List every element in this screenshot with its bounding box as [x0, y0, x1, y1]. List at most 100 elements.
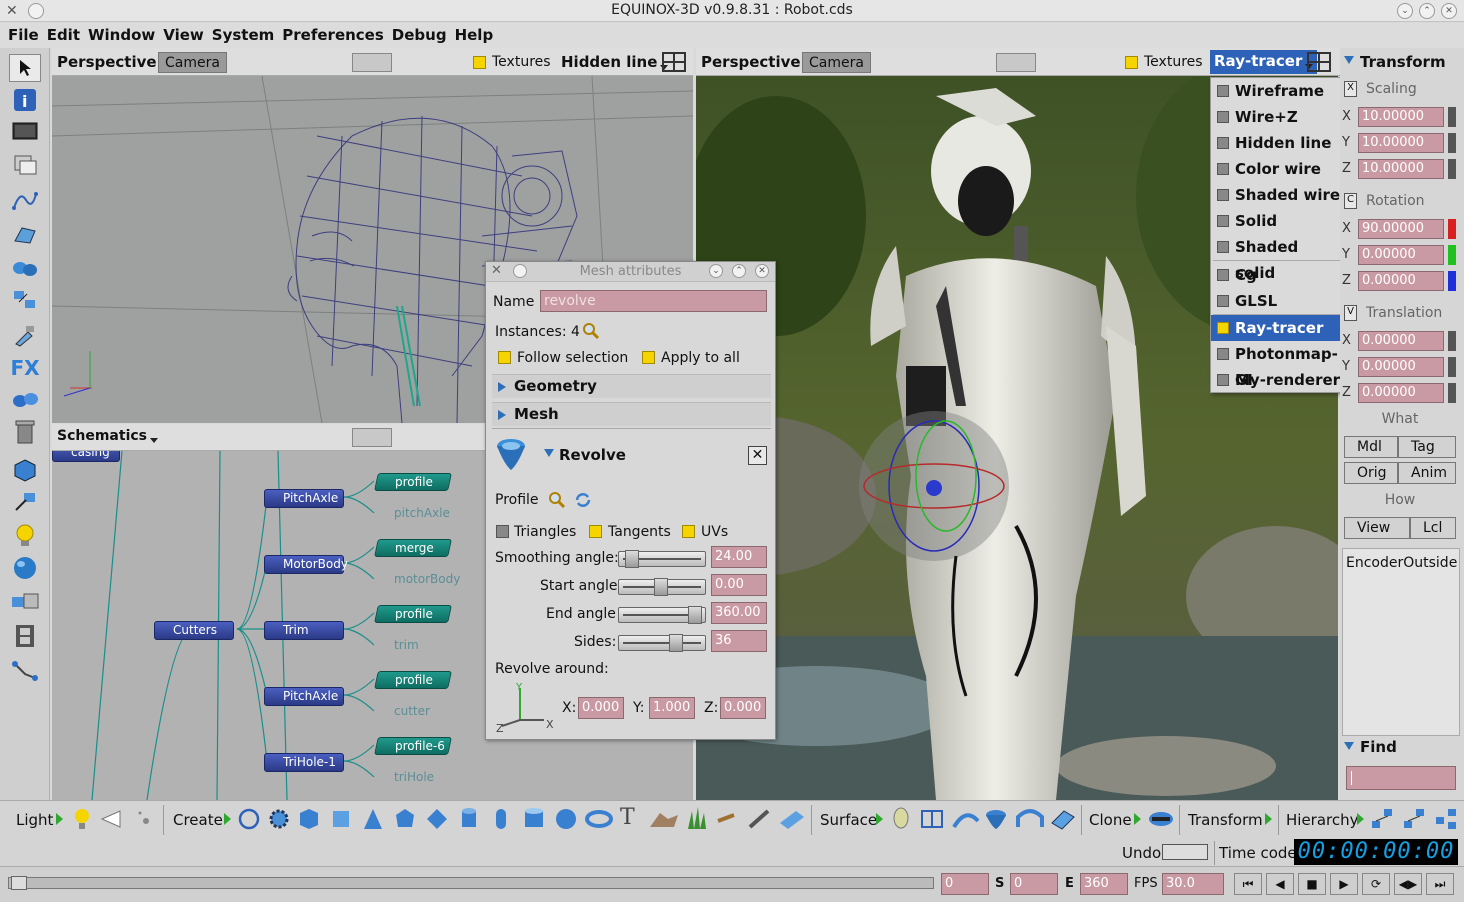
viewport1-mode[interactable]: Perspective [57, 53, 168, 71]
terrain-icon[interactable] [648, 807, 680, 835]
remove-modifier-button[interactable]: ✕ [748, 446, 767, 465]
slider-knob[interactable] [669, 634, 683, 652]
translate-x-field[interactable]: 0.00000 [1358, 331, 1444, 351]
scaling-key-button[interactable]: X [1344, 81, 1357, 97]
timeline-handle[interactable] [11, 876, 27, 890]
viewport2-display-mode[interactable]: Ray-tracer [1210, 50, 1318, 74]
sides-field[interactable]: 36 [711, 630, 767, 652]
end-angle-slider[interactable] [618, 606, 706, 624]
scale-y-field[interactable]: 10.00000 [1358, 133, 1444, 153]
group-icon[interactable] [1434, 807, 1460, 835]
translate-y-field[interactable]: 0.00000 [1358, 357, 1444, 377]
snap-icon[interactable] [9, 488, 41, 516]
schematic-node-pitchaxle[interactable]: PitchAxle [264, 687, 344, 706]
rotate-z-key[interactable] [1448, 271, 1456, 291]
schematic-node-trihole[interactable]: TriHole-1 [264, 753, 344, 772]
pointer-icon[interactable] [9, 54, 41, 82]
expand-arrow-icon[interactable] [1357, 813, 1364, 825]
create-label[interactable]: Create [173, 811, 223, 829]
go-to-start-button[interactable]: ⏮ [1234, 873, 1262, 895]
lcl-button[interactable]: Lcl [1410, 517, 1456, 539]
find-input[interactable] [1346, 766, 1456, 790]
sphere-icon[interactable] [555, 807, 577, 835]
name-field[interactable]: revolve [540, 290, 767, 312]
cube-icon[interactable] [298, 807, 320, 835]
dialog-close-button[interactable]: ✕ [755, 264, 769, 278]
close-button[interactable]: ✕ [1441, 3, 1457, 19]
axis-z-field[interactable]: 0.000 [720, 697, 766, 719]
expand-arrow-icon[interactable] [876, 813, 883, 825]
plane-icon[interactable] [330, 807, 352, 835]
anim-button[interactable]: Anim [1398, 462, 1456, 484]
menu-item-wireframe[interactable]: Wireframe [1211, 78, 1342, 104]
menu-item-cg[interactable]: Cg [1211, 262, 1342, 288]
menu-file[interactable]: File [4, 23, 43, 44]
schematic-node-merge[interactable]: merge [374, 539, 452, 557]
light-icon[interactable] [9, 522, 41, 550]
loft-icon[interactable] [952, 807, 980, 835]
play-button[interactable]: ▶ [1330, 873, 1358, 895]
menu-help[interactable]: Help [451, 23, 498, 44]
axis-x-field[interactable]: 0.000 [578, 697, 624, 719]
menu-item-wire-z[interactable]: Wire+Z [1211, 104, 1342, 130]
scale-z-key[interactable] [1448, 159, 1456, 179]
viewport2-camera[interactable]: Camera [802, 52, 871, 73]
cube-stack-icon[interactable] [9, 150, 41, 178]
shape-icon[interactable] [9, 220, 41, 248]
fps-field[interactable]: 30.0 [1162, 873, 1224, 895]
scale-z-field[interactable]: 10.00000 [1358, 159, 1444, 179]
menu-view[interactable]: View [159, 23, 208, 44]
render-icon[interactable] [9, 588, 41, 616]
translate-y-key[interactable] [1448, 357, 1456, 377]
head-icon[interactable] [890, 806, 912, 836]
fx-icon[interactable]: FX [9, 354, 41, 382]
menu-system[interactable]: System [208, 23, 278, 44]
octahedron-icon[interactable] [426, 807, 448, 835]
menu-item-color-wire[interactable]: Color wire [1211, 156, 1342, 182]
go-to-end-button[interactable]: ⏭ [1426, 873, 1454, 895]
object-list-item[interactable]: EncoderOutside [1343, 549, 1459, 577]
lattice-icon[interactable] [920, 807, 944, 835]
pyramid-icon[interactable] [362, 807, 384, 835]
expand-arrow-icon[interactable] [1134, 813, 1141, 825]
light-label[interactable]: Light [16, 811, 53, 829]
start-frame-field[interactable]: 0 [1010, 873, 1058, 895]
view-button[interactable]: View [1344, 517, 1410, 539]
rotate-y-key[interactable] [1448, 245, 1456, 265]
point-light-icon[interactable] [134, 807, 154, 835]
apply-to-all-checkbox[interactable] [642, 351, 655, 364]
ping-pong-button[interactable]: ◀▶ [1394, 873, 1422, 895]
viewport1-layout-icon[interactable] [662, 52, 686, 72]
menu-item-glsl[interactable]: GLSL [1211, 288, 1342, 314]
bulb-icon[interactable] [72, 807, 92, 837]
hierarchy-icon[interactable] [9, 656, 41, 684]
sphere-icon[interactable] [9, 554, 41, 582]
paint-icon[interactable] [9, 322, 41, 350]
spotlight-icon[interactable] [100, 807, 124, 835]
sides-slider[interactable] [618, 634, 706, 652]
viewport1-ruler-button[interactable] [352, 53, 392, 72]
menu-debug[interactable]: Debug [388, 23, 451, 44]
hammer-icon[interactable] [746, 807, 774, 835]
rotate-z-field[interactable]: 0.00000 [1358, 271, 1444, 291]
stop-button[interactable]: ■ [1298, 873, 1326, 895]
smoothing-angle-slider[interactable] [618, 550, 706, 568]
torus-icon[interactable] [585, 807, 613, 835]
timeline-slider[interactable] [8, 876, 934, 890]
menu-edit[interactable]: Edit [43, 23, 84, 44]
slider-knob[interactable] [654, 578, 668, 596]
menu-item-photonmap-gi[interactable]: Photonmap-GI [1211, 341, 1342, 389]
object-list[interactable]: EncoderOutside [1342, 548, 1460, 736]
collapse-arrow-icon[interactable] [1344, 56, 1354, 64]
menu-item-my-renderer[interactable]: My-renderer [1211, 367, 1342, 393]
surface-label[interactable]: Surface [820, 811, 877, 829]
viewport2-ruler-button[interactable] [996, 53, 1036, 72]
clone-icon[interactable] [1148, 809, 1174, 833]
wrench-icon[interactable] [714, 807, 742, 835]
schematic-node-profile-6[interactable]: profile-6 [374, 737, 452, 755]
schematic-node-motorbody[interactable]: MotorBody [264, 555, 348, 574]
translate-x-key[interactable] [1448, 331, 1456, 351]
step-back-button[interactable]: ◀ [1266, 873, 1294, 895]
end-frame-field[interactable]: 360 [1080, 873, 1128, 895]
orig-button[interactable]: Orig [1344, 462, 1398, 484]
